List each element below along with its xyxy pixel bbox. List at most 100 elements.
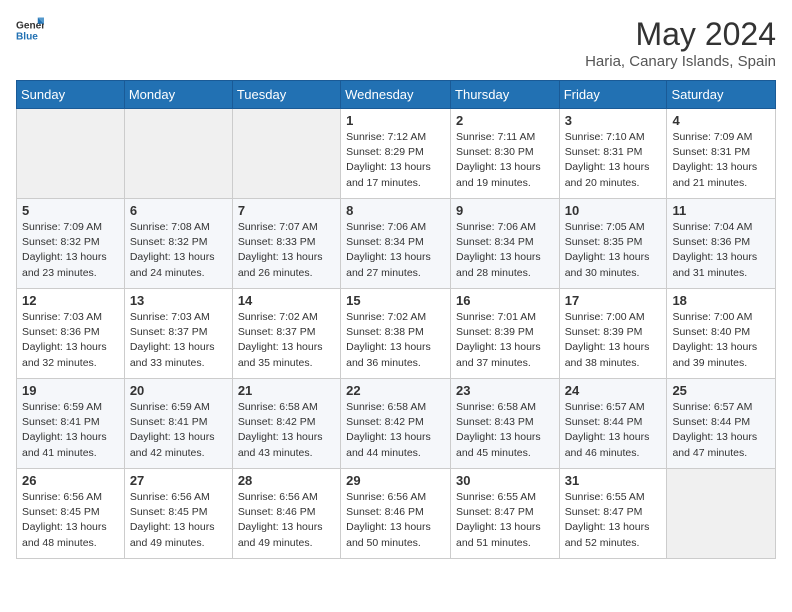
day-info: Sunrise: 7:01 AMSunset: 8:39 PMDaylight:… — [456, 310, 554, 371]
day-info: Sunrise: 6:56 AMSunset: 8:46 PMDaylight:… — [346, 490, 445, 551]
day-info: Sunrise: 7:12 AMSunset: 8:29 PMDaylight:… — [346, 130, 445, 191]
day-cell: 8 Sunrise: 7:06 AMSunset: 8:34 PMDaylight… — [341, 199, 451, 289]
day-number: 9 — [456, 203, 554, 218]
day-number: 31 — [565, 473, 662, 488]
day-cell: 31 Sunrise: 6:55 AMSunset: 8:47 PMDayligh… — [559, 469, 667, 559]
day-cell — [232, 109, 340, 199]
week-row-1: 1 Sunrise: 7:12 AMSunset: 8:29 PMDaylight… — [17, 109, 776, 199]
day-cell: 21 Sunrise: 6:58 AMSunset: 8:42 PMDayligh… — [232, 379, 340, 469]
day-number: 5 — [22, 203, 119, 218]
day-number: 27 — [130, 473, 227, 488]
day-info: Sunrise: 6:59 AMSunset: 8:41 PMDaylight:… — [130, 400, 227, 461]
day-number: 13 — [130, 293, 227, 308]
day-cell: 6 Sunrise: 7:08 AMSunset: 8:32 PMDaylight… — [124, 199, 232, 289]
day-info: Sunrise: 7:02 AMSunset: 8:37 PMDaylight:… — [238, 310, 335, 371]
day-info: Sunrise: 6:56 AMSunset: 8:45 PMDaylight:… — [22, 490, 119, 551]
day-number: 10 — [565, 203, 662, 218]
day-cell: 15 Sunrise: 7:02 AMSunset: 8:38 PMDayligh… — [341, 289, 451, 379]
day-cell: 16 Sunrise: 7:01 AMSunset: 8:39 PMDayligh… — [451, 289, 560, 379]
day-cell: 1 Sunrise: 7:12 AMSunset: 8:29 PMDaylight… — [341, 109, 451, 199]
day-cell: 7 Sunrise: 7:07 AMSunset: 8:33 PMDaylight… — [232, 199, 340, 289]
day-cell: 28Sunrise: 6:56 AMSunset: 8:46 PMDayligh… — [232, 469, 340, 559]
day-info: Sunrise: 6:56 AMSunset: 8:45 PMDaylight:… — [130, 490, 227, 551]
day-number: 26 — [22, 473, 119, 488]
week-row-4: 19 Sunrise: 6:59 AMSunset: 8:41 PMDayligh… — [17, 379, 776, 469]
day-number: 16 — [456, 293, 554, 308]
weekday-header-tuesday: Tuesday — [232, 81, 340, 109]
weekday-header-monday: Monday — [124, 81, 232, 109]
day-info: Sunrise: 7:09 AMSunset: 8:31 PMDaylight:… — [672, 130, 770, 191]
day-cell: 14 Sunrise: 7:02 AMSunset: 8:37 PMDayligh… — [232, 289, 340, 379]
day-cell: 24Sunrise: 6:57 AMSunset: 8:44 PMDayligh… — [559, 379, 667, 469]
day-cell: 23Sunrise: 6:58 AMSunset: 8:43 PMDayligh… — [451, 379, 560, 469]
day-info: Sunrise: 7:00 AMSunset: 8:39 PMDaylight:… — [565, 310, 662, 371]
calendar-table: SundayMondayTuesdayWednesdayThursdayFrid… — [16, 80, 776, 559]
day-info: Sunrise: 7:09 AMSunset: 8:32 PMDaylight:… — [22, 220, 119, 281]
day-number: 1 — [346, 113, 445, 128]
day-number: 11 — [672, 203, 770, 218]
day-number: 14 — [238, 293, 335, 308]
day-number: 28 — [238, 473, 335, 488]
day-info: Sunrise: 6:55 AMSunset: 8:47 PMDaylight:… — [565, 490, 662, 551]
day-info: Sunrise: 7:06 AMSunset: 8:34 PMDaylight:… — [346, 220, 445, 281]
week-row-2: 5 Sunrise: 7:09 AMSunset: 8:32 PMDaylight… — [17, 199, 776, 289]
day-cell: 18 Sunrise: 7:00 AMSunset: 8:40 PMDayligh… — [667, 289, 776, 379]
day-info: Sunrise: 7:03 AMSunset: 8:37 PMDaylight:… — [130, 310, 227, 371]
day-cell: 26 Sunrise: 6:56 AMSunset: 8:45 PMDayligh… — [17, 469, 125, 559]
title-block: May 2024 Haria, Canary Islands, Spain — [585, 16, 776, 70]
day-cell: 10 Sunrise: 7:05 AMSunset: 8:35 PMDayligh… — [559, 199, 667, 289]
day-info: Sunrise: 6:58 AMSunset: 8:42 PMDaylight:… — [238, 400, 335, 461]
day-cell: 22 Sunrise: 6:58 AMSunset: 8:42 PMDayligh… — [341, 379, 451, 469]
day-number: 7 — [238, 203, 335, 218]
weekday-header-thursday: Thursday — [451, 81, 560, 109]
weekday-header-row: SundayMondayTuesdayWednesdayThursdayFrid… — [17, 81, 776, 109]
day-cell: 11 Sunrise: 7:04 AMSunset: 8:36 PMDayligh… — [667, 199, 776, 289]
day-info: Sunrise: 7:08 AMSunset: 8:32 PMDaylight:… — [130, 220, 227, 281]
day-cell: 3Sunrise: 7:10 AMSunset: 8:31 PMDaylight… — [559, 109, 667, 199]
week-row-5: 26 Sunrise: 6:56 AMSunset: 8:45 PMDayligh… — [17, 469, 776, 559]
week-row-3: 12 Sunrise: 7:03 AMSunset: 8:36 PMDayligh… — [17, 289, 776, 379]
day-cell: 20 Sunrise: 6:59 AMSunset: 8:41 PMDayligh… — [124, 379, 232, 469]
day-number: 15 — [346, 293, 445, 308]
day-info: Sunrise: 7:05 AMSunset: 8:35 PMDaylight:… — [565, 220, 662, 281]
day-number: 2 — [456, 113, 554, 128]
day-cell — [667, 469, 776, 559]
day-info: Sunrise: 6:59 AMSunset: 8:41 PMDaylight:… — [22, 400, 119, 461]
weekday-header-wednesday: Wednesday — [341, 81, 451, 109]
weekday-header-sunday: Sunday — [17, 81, 125, 109]
day-cell: 19 Sunrise: 6:59 AMSunset: 8:41 PMDayligh… — [17, 379, 125, 469]
day-cell: 5 Sunrise: 7:09 AMSunset: 8:32 PMDaylight… — [17, 199, 125, 289]
day-info: Sunrise: 7:04 AMSunset: 8:36 PMDaylight:… — [672, 220, 770, 281]
day-cell: 13 Sunrise: 7:03 AMSunset: 8:37 PMDayligh… — [124, 289, 232, 379]
day-info: Sunrise: 7:03 AMSunset: 8:36 PMDaylight:… — [22, 310, 119, 371]
logo: General Blue — [16, 16, 44, 44]
day-number: 22 — [346, 383, 445, 398]
calendar-title: May 2024 — [585, 16, 776, 53]
day-info: Sunrise: 7:11 AMSunset: 8:30 PMDaylight:… — [456, 130, 554, 191]
day-number: 18 — [672, 293, 770, 308]
day-info: Sunrise: 6:57 AMSunset: 8:44 PMDaylight:… — [565, 400, 662, 461]
day-number: 20 — [130, 383, 227, 398]
day-number: 21 — [238, 383, 335, 398]
day-number: 25 — [672, 383, 770, 398]
day-number: 12 — [22, 293, 119, 308]
day-cell: 4Sunrise: 7:09 AMSunset: 8:31 PMDaylight… — [667, 109, 776, 199]
page-header: General Blue May 2024 Haria, Canary Isla… — [16, 16, 776, 70]
weekday-header-saturday: Saturday — [667, 81, 776, 109]
day-cell: 25Sunrise: 6:57 AMSunset: 8:44 PMDayligh… — [667, 379, 776, 469]
day-number: 19 — [22, 383, 119, 398]
day-cell: 29Sunrise: 6:56 AMSunset: 8:46 PMDayligh… — [341, 469, 451, 559]
day-info: Sunrise: 6:58 AMSunset: 8:42 PMDaylight:… — [346, 400, 445, 461]
day-cell: 30Sunrise: 6:55 AMSunset: 8:47 PMDayligh… — [451, 469, 560, 559]
day-number: 3 — [565, 113, 662, 128]
day-number: 6 — [130, 203, 227, 218]
day-info: Sunrise: 6:55 AMSunset: 8:47 PMDaylight:… — [456, 490, 554, 551]
day-info: Sunrise: 7:06 AMSunset: 8:34 PMDaylight:… — [456, 220, 554, 281]
day-info: Sunrise: 7:07 AMSunset: 8:33 PMDaylight:… — [238, 220, 335, 281]
day-cell — [124, 109, 232, 199]
day-info: Sunrise: 7:02 AMSunset: 8:38 PMDaylight:… — [346, 310, 445, 371]
day-number: 8 — [346, 203, 445, 218]
weekday-header-friday: Friday — [559, 81, 667, 109]
day-info: Sunrise: 7:00 AMSunset: 8:40 PMDaylight:… — [672, 310, 770, 371]
day-cell: 2 Sunrise: 7:11 AMSunset: 8:30 PMDaylight… — [451, 109, 560, 199]
